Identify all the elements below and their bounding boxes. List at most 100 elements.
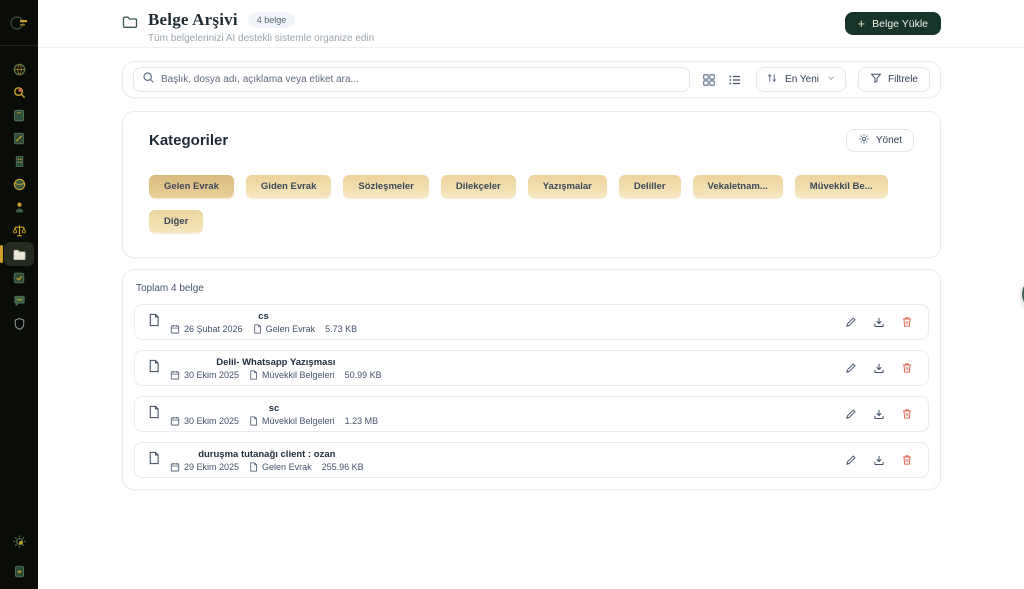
document-info: sc 30 Ekim 2025 Müvekkil Belgeleri 1.23 …: [170, 403, 378, 426]
calendar-icon: [170, 416, 180, 426]
page-subtitle: Tüm belgelerinizi AI destekli sistemle o…: [148, 33, 374, 44]
edit-pencil-icon[interactable]: [843, 360, 859, 376]
document-category: Müvekkil Belgeleri: [249, 416, 335, 426]
sidebar-item-chat-icon[interactable]: [4, 289, 34, 312]
content: En Yeni Filtrele Kategoriler: [38, 48, 1024, 510]
calendar-icon: [170, 324, 180, 334]
download-icon[interactable]: [871, 406, 887, 422]
upload-button-label: Belge Yükle: [872, 18, 928, 30]
document-title: cs: [258, 311, 269, 322]
sidebar-item-search-icon[interactable]: [4, 81, 34, 104]
filter-button-label: Filtrele: [888, 74, 918, 85]
document-meta: 30 Ekim 2025 Müvekkil Belgeleri 50.99 KB: [170, 370, 382, 380]
sidebar-item-globe-icon[interactable]: [4, 58, 34, 81]
download-icon[interactable]: [871, 314, 887, 330]
folder-icon: [122, 14, 138, 35]
documents-total-label: Toplam 4 belge: [136, 283, 929, 294]
page-header: Belge Arşivi 4 belge Tüm belgelerinizi A…: [38, 0, 1024, 48]
document-meta: 30 Ekim 2025 Müvekkil Belgeleri 1.23 MB: [170, 416, 378, 426]
document-date: 30 Ekim 2025: [170, 370, 239, 380]
delete-trash-icon[interactable]: [899, 314, 915, 330]
document-row[interactable]: sc 30 Ekim 2025 Müvekkil Belgeleri 1.23 …: [134, 396, 929, 432]
sidebar-item-document-edit-icon[interactable]: [4, 127, 34, 150]
document-row[interactable]: duruşma tutanağı client : ozan 29 Ekim 2…: [134, 442, 929, 478]
category-chip[interactable]: Deliller: [619, 175, 681, 198]
file-icon: [249, 370, 258, 380]
calendar-icon: [170, 462, 180, 472]
calendar-icon: [170, 370, 180, 380]
chevron-down-icon: [826, 73, 836, 86]
document-category: Gelen Evrak: [249, 462, 312, 472]
document-date: 26 Şubat 2026: [170, 324, 243, 334]
filter-button[interactable]: Filtrele: [858, 67, 930, 92]
sidebar-item-documents-folder-icon[interactable]: [4, 242, 34, 266]
download-icon[interactable]: [871, 360, 887, 376]
document-row[interactable]: Delil- Whatsapp Yazışması 30 Ekim 2025 M…: [134, 350, 929, 386]
row-actions: [843, 406, 915, 422]
row-actions: [843, 452, 915, 468]
category-chip[interactable]: Yazışmalar: [528, 175, 607, 198]
sidebar: [0, 0, 38, 589]
delete-trash-icon[interactable]: [899, 360, 915, 376]
sidebar-nav: [4, 58, 34, 335]
category-chip[interactable]: Müvekkil Be...: [795, 175, 888, 198]
manage-categories-button[interactable]: Yönet: [846, 129, 914, 152]
document-size: 255.96 KB: [322, 462, 364, 472]
document-file-icon: [148, 451, 160, 470]
categories-card: Kategoriler Yönet Gelen EvrakGiden Evrak…: [122, 111, 941, 258]
sort-arrows-icon: [766, 72, 778, 87]
document-meta: 26 Şubat 2026 Gelen Evrak 5.73 KB: [170, 324, 357, 334]
row-actions: [843, 314, 915, 330]
file-icon: [249, 462, 258, 472]
view-toggle-group: [700, 71, 744, 89]
grid-view-icon[interactable]: [700, 71, 718, 89]
manage-button-label: Yönet: [876, 135, 902, 146]
plus-icon: +: [858, 17, 866, 30]
edit-pencil-icon[interactable]: [843, 406, 859, 422]
settings-gear-icon[interactable]: [4, 530, 34, 553]
main-area: Belge Arşivi 4 belge Tüm belgelerinizi A…: [38, 0, 1024, 589]
sidebar-divider: [0, 45, 38, 46]
list-view-icon[interactable]: [726, 71, 744, 89]
sidebar-item-sphere-icon[interactable]: [4, 173, 34, 196]
sidebar-item-scales-icon[interactable]: [4, 219, 34, 242]
filter-funnel-icon: [870, 72, 882, 87]
category-chip[interactable]: Sözleşmeler: [343, 175, 428, 198]
document-title: duruşma tutanağı client : ozan: [198, 449, 335, 460]
sidebar-item-book-icon[interactable]: [4, 104, 34, 127]
document-category: Müvekkil Belgeleri: [249, 370, 335, 380]
sidebar-item-person-icon[interactable]: [4, 196, 34, 219]
category-chip[interactable]: Diğer: [149, 210, 203, 233]
category-chip[interactable]: Giden Evrak: [246, 175, 331, 198]
category-chip[interactable]: Gelen Evrak: [149, 175, 234, 198]
document-category: Gelen Evrak: [253, 324, 316, 334]
upload-document-button[interactable]: + Belge Yükle: [845, 12, 941, 35]
sidebar-item-building-icon[interactable]: [4, 150, 34, 173]
search-icon: [142, 71, 155, 89]
search-box: [133, 67, 690, 92]
sidebar-item-shield-icon[interactable]: [4, 312, 34, 335]
document-title: sc: [269, 403, 280, 414]
document-meta: 29 Ekim 2025 Gelen Evrak 255.96 KB: [170, 462, 364, 472]
download-icon[interactable]: [871, 452, 887, 468]
delete-trash-icon[interactable]: [899, 452, 915, 468]
document-file-icon: [148, 359, 160, 378]
sidebar-item-tasks-icon[interactable]: [4, 266, 34, 289]
sort-dropdown[interactable]: En Yeni: [756, 67, 846, 92]
category-chip[interactable]: Vekaletnam...: [693, 175, 783, 198]
document-file-icon: [148, 313, 160, 332]
document-row[interactable]: cs 26 Şubat 2026 Gelen Evrak 5.73 KB: [134, 304, 929, 340]
edit-pencil-icon[interactable]: [843, 314, 859, 330]
category-chip[interactable]: Dilekçeler: [441, 175, 516, 198]
document-title: Delil- Whatsapp Yazışması: [216, 357, 335, 368]
search-input[interactable]: [161, 74, 681, 85]
edit-pencil-icon[interactable]: [843, 452, 859, 468]
document-info: duruşma tutanağı client : ozan 29 Ekim 2…: [170, 449, 364, 472]
app-window: Belge Arşivi 4 belge Tüm belgelerinizi A…: [0, 0, 1024, 589]
category-chips: Gelen Evrak Giden Evrak Sözleşmeler Dilekçe…: [149, 175, 914, 233]
delete-trash-icon[interactable]: [899, 406, 915, 422]
sort-selected-label: En Yeni: [785, 74, 819, 85]
user-avatar[interactable]: [4, 560, 34, 583]
sidebar-bottom: [0, 530, 38, 583]
document-count-badge: 4 belge: [248, 12, 296, 28]
